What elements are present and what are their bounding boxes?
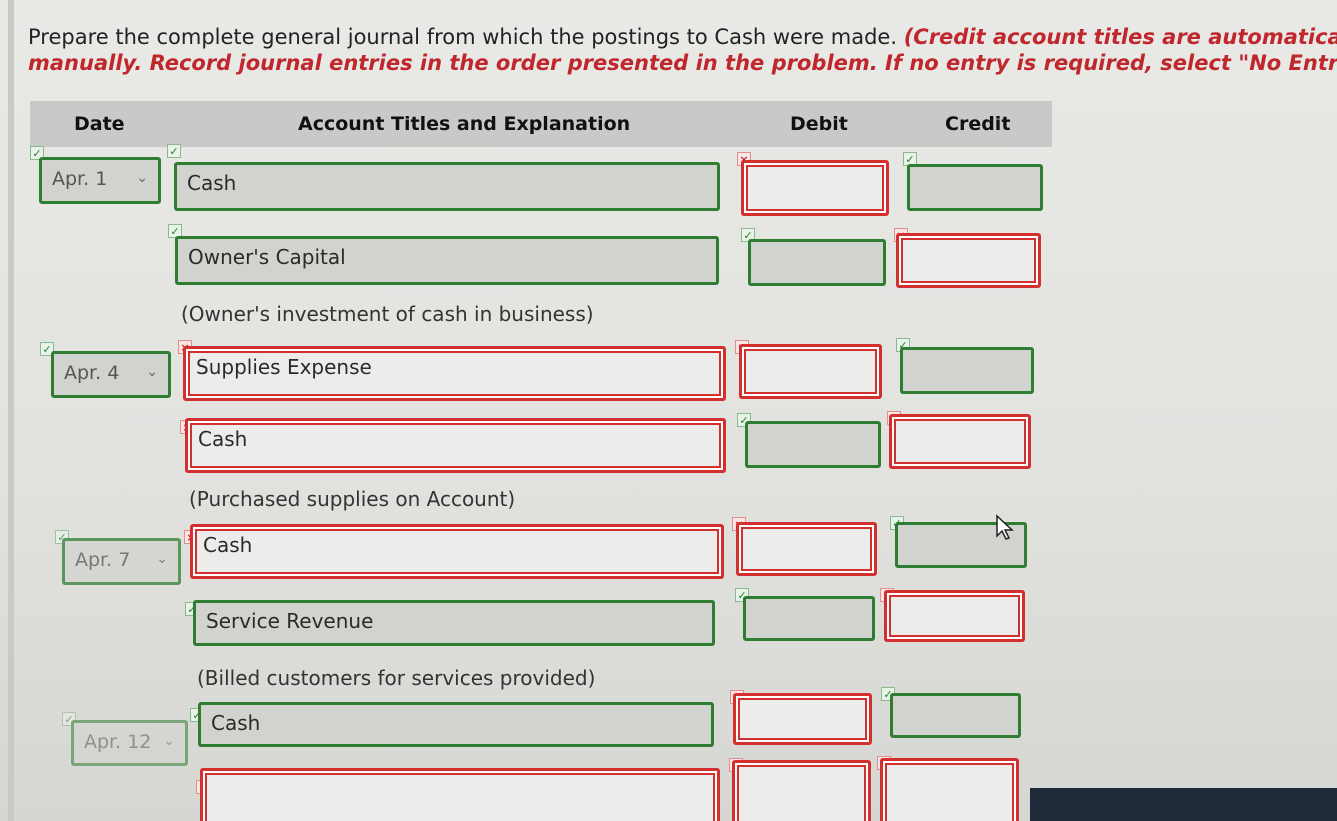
entry-explanation: (Billed customers for services provided) — [197, 666, 596, 690]
debit-account-input[interactable]: Cash — [190, 524, 724, 579]
left-frame-edge — [8, 0, 14, 821]
chevron-down-icon: ⌄ — [136, 170, 148, 186]
chevron-down-icon: ⌄ — [146, 364, 158, 380]
entry-explanation: (Purchased supplies on Account) — [189, 487, 516, 511]
credit-account-input[interactable]: Owner's Capital — [175, 236, 719, 285]
instructions-note-red: (Credit account titles are automatically… — [903, 25, 1337, 49]
account-column-header: Account Titles and Explanation — [298, 113, 631, 135]
date-select[interactable]: Apr. 1 ⌄ — [39, 157, 161, 204]
credit-column-header: Credit — [945, 113, 1011, 135]
debit-account-input[interactable]: Cash — [174, 162, 720, 211]
date-value: Apr. 12 — [84, 731, 152, 753]
credit-account-input[interactable] — [200, 768, 720, 821]
credit-amount-input[interactable] — [889, 414, 1031, 469]
debit-account-input[interactable]: Supplies Expense — [183, 346, 726, 401]
date-value: Apr. 7 — [75, 549, 131, 571]
entry-explanation: (Owner's investment of cash in business) — [181, 302, 594, 326]
debit-account-input[interactable]: Cash — [198, 702, 714, 747]
date-select[interactable]: Apr. 12 ⌄ — [71, 720, 188, 766]
debit-column-header: Debit — [790, 113, 848, 135]
date-select[interactable]: Apr. 4 ⌄ — [51, 351, 171, 398]
chevron-down-icon: ⌄ — [156, 551, 168, 567]
credit-account-input[interactable]: Cash — [185, 418, 726, 473]
chevron-down-icon: ⌄ — [163, 733, 175, 749]
debit-amount-input[interactable] — [739, 344, 882, 399]
date-column-header: Date — [74, 113, 125, 135]
debit-amount-input[interactable] — [733, 693, 872, 745]
journal-entry-page: Prepare the complete general journal fro… — [0, 0, 1337, 821]
account-correct-icon: ✓ — [167, 144, 181, 158]
date-value: Apr. 1 — [52, 168, 108, 190]
screen-bezel — [1030, 788, 1337, 821]
mouse-cursor-icon — [996, 514, 1014, 540]
credit-account-input[interactable]: Service Revenue — [193, 600, 715, 646]
debit-amount-input[interactable] — [732, 760, 871, 821]
credit-amount-input[interactable] — [907, 164, 1043, 211]
debit-amount-input[interactable] — [745, 421, 881, 468]
credit-amount-input[interactable] — [890, 693, 1021, 738]
credit-amount-input[interactable] — [880, 758, 1019, 821]
date-value: Apr. 4 — [64, 362, 120, 384]
debit-amount-input[interactable] — [743, 596, 875, 641]
instructions-line1: Prepare the complete general journal fro… — [28, 25, 904, 49]
instructions: Prepare the complete general journal fro… — [28, 24, 1337, 76]
debit-amount-input[interactable] — [741, 160, 889, 216]
instructions-line2: manually. Record journal entries in the … — [28, 51, 1337, 75]
credit-amount-input[interactable] — [884, 590, 1025, 642]
debit-amount-input[interactable] — [736, 522, 877, 576]
table-header: Date Account Titles and Explanation Debi… — [30, 101, 1052, 147]
credit-amount-input[interactable] — [896, 233, 1041, 288]
date-select[interactable]: Apr. 7 ⌄ — [62, 538, 181, 585]
debit-amount-input[interactable] — [748, 239, 886, 286]
credit-amount-input[interactable] — [900, 347, 1034, 394]
